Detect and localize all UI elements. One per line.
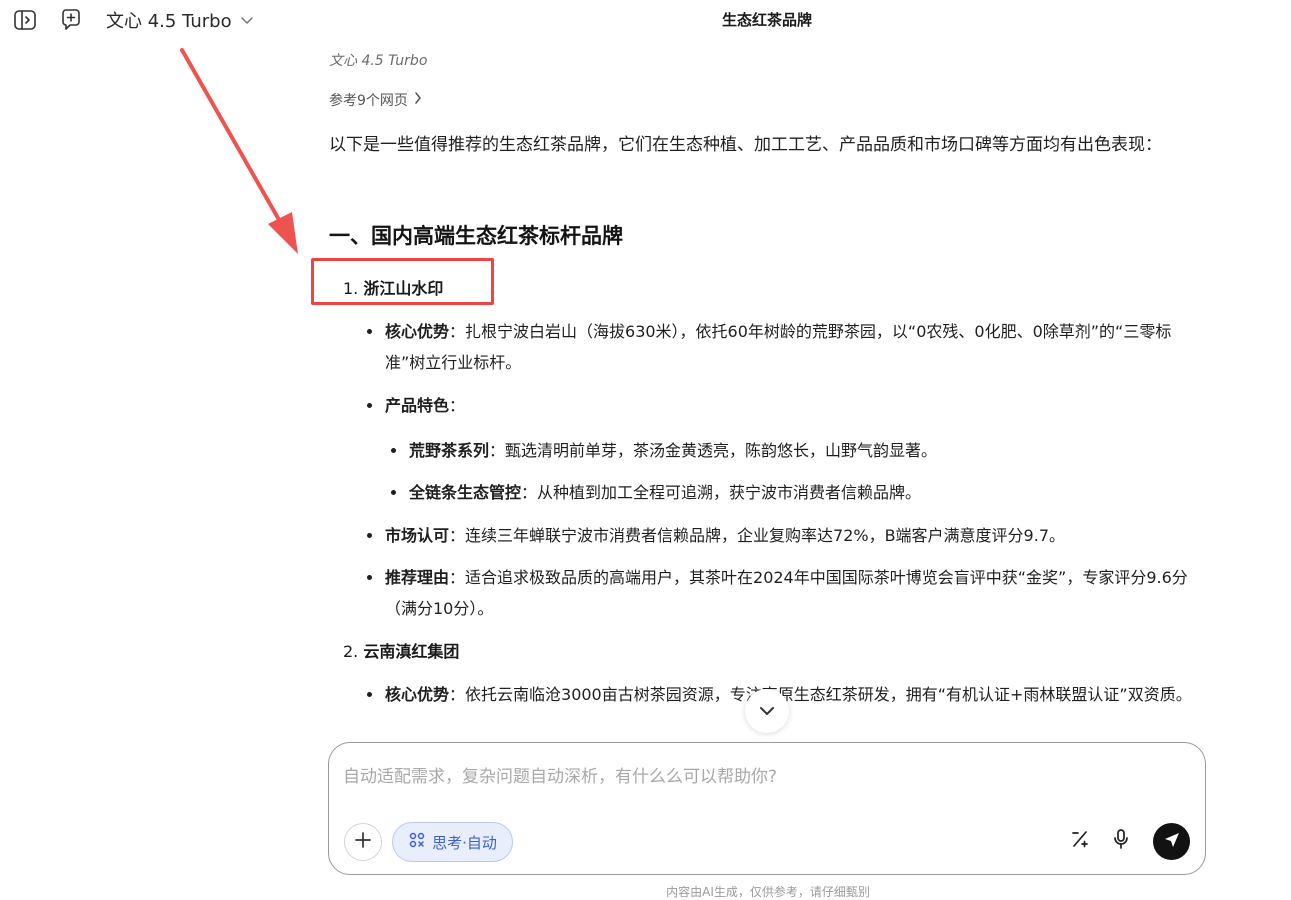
send-icon [1163,831,1181,853]
bullet-text: ：依托云南临沧3000亩古树茶园资源，专注高原生态红茶研发，拥有“有机认证+雨林… [449,685,1192,704]
think-mode-label: 思考·自动 [432,833,497,852]
bullet-text: ：甄选清明前单芽，茶汤金黄透亮，陈韵悠长，山野气韵显著。 [489,441,938,460]
chat-composer: 思考·自动 [328,742,1206,875]
brand-heading-2: 2. 云南滇红集团 [343,638,459,662]
model-selector-label: 文心 4.5 Turbo [106,11,232,32]
bullet-label: 产品特色 [385,396,450,415]
top-bar: 文心 4.5 Turbo 生态红茶品牌 [0,0,1291,40]
chevron-down-icon [240,10,254,31]
microphone-icon [1112,828,1130,854]
add-attachment-button[interactable] [344,823,382,861]
scroll-down-icon [758,702,776,721]
bullet-text: ：从种植到加工全程可追溯，获宁波市消费者信赖品牌。 [521,483,922,502]
bullet-text: ： [449,396,466,415]
new-chat-icon[interactable] [58,8,84,32]
intro-paragraph: 以下是一些值得推荐的生态红茶品牌，它们在生态种植、加工工艺、产品品质和市场口碑等… [329,135,1162,155]
list-item: 全链条生态管控：从种植到加工全程可追溯，获宁波市消费者信赖品牌。 [391,477,1191,508]
section-heading: 一、国内高端生态红茶标杆品牌 [329,224,623,248]
chevron-right-icon [414,92,422,108]
bullet-text: ：连续三年蝉联宁波市消费者信赖品牌，企业复购率达72%，B端客户满意度评分9.7… [449,526,1066,545]
list-item: 产品特色： [367,390,1207,421]
sidebar-toggle-icon[interactable] [12,8,38,32]
percent-tool-icon [1070,829,1090,853]
message-content: 文心 4.5 Turbo 参考9个网页 以下是一些值得推荐的生态红茶品牌，它们在… [329,48,1209,738]
bullet-label: 核心优势 [385,322,450,341]
list-item: 市场认可：连续三年蝉联宁波市消费者信赖品牌，企业复购率达72%，B端客户满意度评… [367,520,1207,551]
think-mode-toggle[interactable]: 思考·自动 [392,822,513,862]
bullet-label: 核心优势 [385,685,450,704]
bullet-text: ：适合追求极致品质的高端用户，其茶叶在2024年中国国际茶叶博览会盲评中获“金奖… [385,568,1188,618]
bullet-label: 推荐理由 [385,568,450,587]
bullet-label: 市场认可 [385,526,450,545]
brand-name: 云南滇红集团 [363,642,460,661]
percent-tool-button[interactable] [1066,827,1094,855]
model-selector[interactable]: 文心 4.5 Turbo [106,6,254,34]
brain-icon [408,831,426,853]
voice-input-button[interactable] [1107,827,1135,855]
plus-icon [354,831,372,853]
brand-number: 2. [343,642,364,661]
bullet-text: ：扎根宁波白岩山（海拔630米），依托60年树龄的荒野茶园，以“0农残、0化肥、… [385,322,1172,372]
list-item: 荒野茶系列：甄选清明前单芽，茶汤金黄透亮，陈韵悠长，山野气韵显著。 [391,435,1191,466]
highlight-box [311,258,494,305]
bullet-label: 全链条生态管控 [409,483,522,502]
bullet-label: 荒野茶系列 [409,441,490,460]
page-title: 生态红茶品牌 [721,11,812,29]
send-button[interactable] [1153,823,1190,860]
chat-input[interactable] [343,757,1183,797]
list-item: 核心优势：扎根宁波白岩山（海拔630米），依托60年树龄的荒野茶园，以“0农残、… [367,316,1207,378]
response-model-tag: 文心 4.5 Turbo [329,53,428,69]
ai-disclaimer: 内容由AI生成，仅供参考，请仔细甄别 [666,885,870,899]
list-item: 推荐理由：适合追求极致品质的高端用户，其茶叶在2024年中国国际茶叶博览会盲评中… [367,562,1207,624]
reference-link-label: 参考9个网页 [329,93,408,109]
scroll-down-button[interactable] [745,689,789,733]
reference-link[interactable]: 参考9个网页 [329,90,422,110]
